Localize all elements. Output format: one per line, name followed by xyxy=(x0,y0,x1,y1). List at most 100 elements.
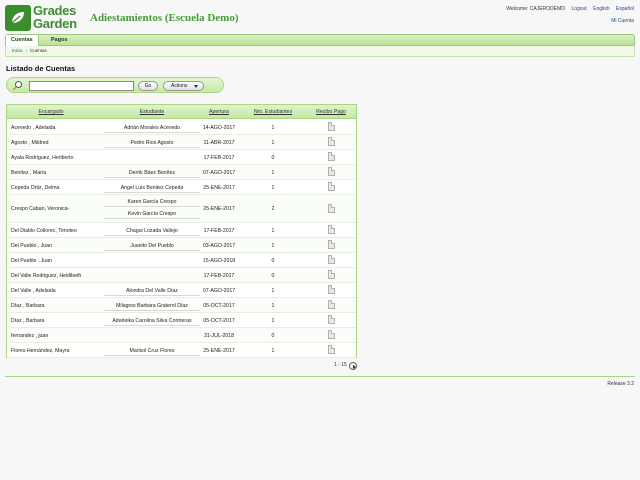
cell-encargado[interactable]: Del Valle Rodriguez, Heidibeth xyxy=(11,271,81,281)
cell-apertura: 07-AGO-2017 xyxy=(202,287,236,294)
receipt-document-icon[interactable] xyxy=(328,152,335,161)
receipt-document-icon[interactable] xyxy=(328,270,335,279)
cell-encargado[interactable]: Acevedo , Adelaida xyxy=(11,123,55,133)
header-estudiante[interactable]: Estudiante xyxy=(99,105,205,119)
cell-apertura: 25-ENE-2017 xyxy=(203,347,235,354)
student-link[interactable]: Alondra Del Valle Díaz xyxy=(104,286,200,296)
cell-encargado[interactable]: Díaz , Barbara xyxy=(11,301,44,311)
cell-encargado[interactable]: Ayala Rodríguez, Heriberto xyxy=(11,153,73,163)
mi-cuenta-link[interactable]: Mi Cuenta xyxy=(611,18,634,24)
student-link[interactable]: Marisol Cruz Flores xyxy=(104,346,200,356)
header-apertura[interactable]: Apertura xyxy=(199,105,239,119)
table-row[interactable]: Ayala Rodríguez, Heriberto 17-FEB-2017 0 xyxy=(7,150,356,165)
cell-nro-estudiantes: 2 xyxy=(271,206,275,212)
receipt-document-icon[interactable] xyxy=(328,240,335,249)
student-link[interactable]: Kevin García Crespo xyxy=(104,209,200,219)
header-nro-estudiantes[interactable]: Nro. Estudiantes xyxy=(245,105,301,119)
app-title: Adiestamientos (Escuela Demo) xyxy=(90,12,239,24)
cell-apertura: 03-AGO-2017 xyxy=(202,242,236,249)
cell-encargado[interactable]: Del Valle , Adelaida xyxy=(11,286,56,296)
table-row[interactable]: Del Pueblo , Juan Juanito Del Pueblo 03-AG… xyxy=(7,238,356,253)
page-title: Listado de Cuentas xyxy=(6,64,76,73)
cell-encargado[interactable]: Agosto , Mildred xyxy=(11,138,48,148)
student-link[interactable]: Juanito Del Pueblo xyxy=(104,241,200,251)
receipt-document-icon[interactable] xyxy=(328,315,335,324)
receipt-document-icon[interactable] xyxy=(328,345,335,354)
cell-encargado[interactable]: Cepeda Ortiz, Delma xyxy=(11,183,59,193)
search-icon[interactable] xyxy=(12,80,23,93)
student-link[interactable]: Karen García Crespo xyxy=(104,197,200,207)
receipt-document-icon[interactable] xyxy=(328,167,335,176)
table-row[interactable]: Crespo Caban, Veronica- Karen García Cres… xyxy=(7,195,356,223)
cell-nro-estudiantes: 1 xyxy=(271,302,275,309)
receipt-document-icon[interactable] xyxy=(328,285,335,294)
cell-encargado[interactable]: Del Pueblo , Juan xyxy=(11,241,52,251)
tab-cuentas[interactable]: Cuentas xyxy=(6,35,39,46)
tab-pagos[interactable]: Pagos xyxy=(46,35,73,46)
table-row[interactable]: Flores Hernández, Mayra Marisol Cruz Flor… xyxy=(7,343,356,358)
header-recibo-pago[interactable]: Recibo Pago xyxy=(309,105,353,119)
receipt-document-icon[interactable] xyxy=(328,330,335,339)
receipt-document-icon[interactable] xyxy=(328,137,335,146)
search-bar: Go Actions xyxy=(6,77,224,93)
student-link[interactable]: Angel Luis Benitez Cepeda xyxy=(104,183,200,193)
table-row[interactable]: Agosto , Mildred Pedro Rios Agosto 11-ABR-… xyxy=(7,135,356,150)
english-link[interactable]: English xyxy=(593,6,609,12)
table-row[interactable]: Cepeda Ortiz, Delma Angel Luis Benitez Ce… xyxy=(7,180,356,195)
cell-apertura: 17-FEB-2017 xyxy=(203,154,235,161)
table-row[interactable]: Díaz , Barbara Adarleika Carolina Silva C… xyxy=(7,313,356,328)
breadcrumb-inicio[interactable]: Inicio xyxy=(12,48,23,53)
table-row[interactable]: Díaz , Barbara Milagros Barbara Graterol … xyxy=(7,298,356,313)
accounts-table: Encargado Estudiante Apertura Nro. Estud… xyxy=(6,104,357,358)
table-row[interactable]: Del Valle Rodriguez, Heidibeth 17-FEB-201… xyxy=(7,268,356,283)
receipt-document-icon[interactable] xyxy=(328,122,335,131)
cell-encargado[interactable]: Benítez , María xyxy=(11,168,46,178)
welcome-text: Welcome: CAJERODEMO xyxy=(506,6,566,12)
go-button[interactable]: Go xyxy=(138,81,158,91)
receipt-document-icon[interactable] xyxy=(328,182,335,191)
receipt-document-icon[interactable] xyxy=(328,255,335,264)
cell-nro-estudiantes: 0 xyxy=(271,272,275,279)
cell-encargado[interactable]: Del Diablo Colloreс, Timoteo xyxy=(11,226,77,236)
cell-encargado[interactable]: Crespo Caban, Veronica- xyxy=(11,204,69,214)
actions-menu-button[interactable]: Actions xyxy=(163,81,204,91)
cell-apertura: 14-AGO-2017 xyxy=(202,124,236,131)
student-link[interactable]: Chagui Lozada Vallejo xyxy=(104,226,200,236)
cell-estudiantes xyxy=(99,268,205,283)
cell-apertura: 17-FEB-2017 xyxy=(203,272,235,279)
search-input[interactable] xyxy=(29,81,134,91)
logout-link[interactable]: Logout xyxy=(571,6,586,12)
breadcrumb: Inicio › Cuentas xyxy=(5,46,635,57)
logo-text: Grades Garden xyxy=(33,4,77,30)
cell-estudiantes: Derrik Báez Benítez xyxy=(99,165,205,180)
next-page-icon[interactable] xyxy=(349,362,357,370)
student-link[interactable]: Adarleika Carolina Silva Contreras xyxy=(104,316,200,326)
footer-divider xyxy=(5,376,635,377)
cell-encargado[interactable]: fernandez , juan xyxy=(11,331,48,341)
cell-apertura: 31-JUL-2018 xyxy=(204,332,234,339)
cell-estudiantes xyxy=(99,253,205,268)
receipt-document-icon[interactable] xyxy=(328,203,335,213)
espanol-link[interactable]: Español xyxy=(616,6,634,12)
cell-encargado[interactable]: Flores Hernández, Mayra xyxy=(11,346,70,356)
cell-estudiantes: Karen García Crespo Kevin García Crespo xyxy=(99,195,205,223)
header-encargado[interactable]: Encargado xyxy=(11,105,91,119)
receipt-document-icon[interactable] xyxy=(328,300,335,309)
receipt-document-icon[interactable] xyxy=(328,225,335,234)
table-row[interactable]: Del Pueblo , Juan 15-AGO-2018 0 xyxy=(7,253,356,268)
student-link[interactable]: Derrik Báez Benítez xyxy=(104,168,200,178)
grades-garden-logo[interactable]: Grades Garden xyxy=(5,4,85,31)
cell-encargado[interactable]: Díaz , Barbara xyxy=(11,316,44,326)
table-row[interactable]: Benítez , María Derrik Báez Benítez 07-AGO… xyxy=(7,165,356,180)
table-row[interactable]: Acevedo , Adelaida Adrián Morales Acevedo… xyxy=(7,120,356,135)
student-link[interactable]: Adrián Morales Acevedo xyxy=(104,123,200,133)
table-row[interactable]: Del Diablo Colloreс, Timoteo Chagui Lozad… xyxy=(7,223,356,238)
table-row[interactable]: Del Valle , Adelaida Alondra Del Valle Dí… xyxy=(7,283,356,298)
cell-encargado[interactable]: Del Pueblo , Juan xyxy=(11,256,52,266)
table-row[interactable]: fernandez , juan 31-JUL-2018 0 xyxy=(7,328,356,343)
pager-range: 1 - 15 xyxy=(334,362,347,368)
student-link[interactable]: Milagros Barbara Graterol Díaz xyxy=(104,301,200,311)
student-link[interactable]: Pedro Rios Agosto xyxy=(104,138,200,148)
top-links: Welcome: CAJERODEMO Logout English Españ… xyxy=(501,6,634,12)
cell-nro-estudiantes: 1 xyxy=(271,287,275,294)
